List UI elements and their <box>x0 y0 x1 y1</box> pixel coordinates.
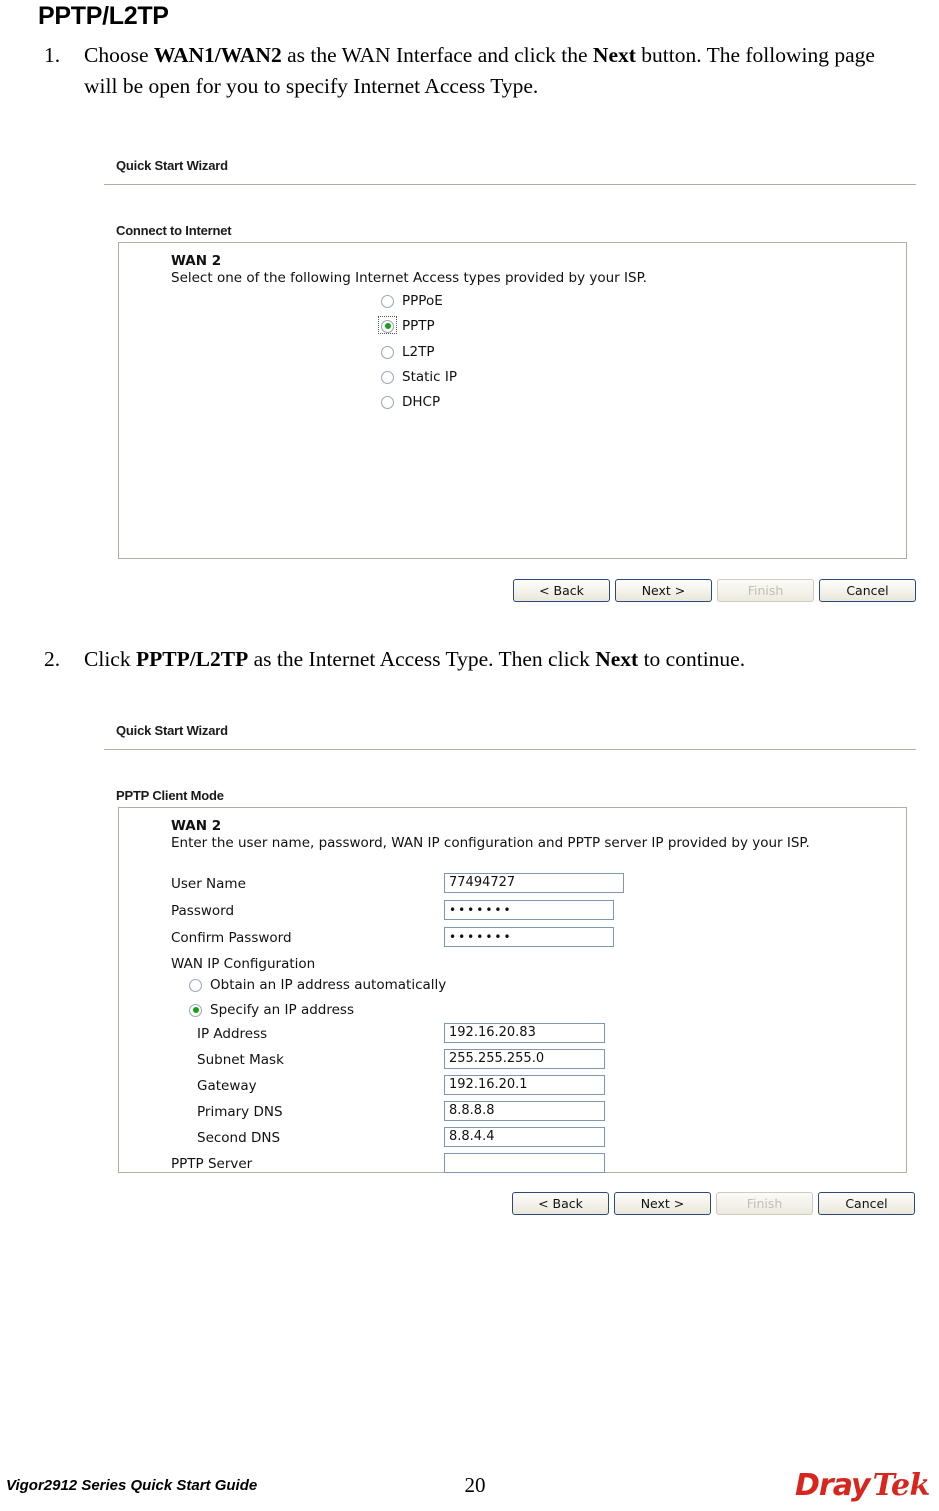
radio-row-dhcp[interactable]: DHCP <box>381 394 440 410</box>
cancel-button-2[interactable]: Cancel <box>818 1192 915 1215</box>
label-user-name: User Name <box>171 876 246 892</box>
radio-pppoe-icon[interactable] <box>381 294 394 308</box>
label-password: Password <box>171 903 235 919</box>
wan-heading-2: WAN 2 <box>171 818 222 834</box>
back-button-2[interactable]: < Back <box>512 1192 609 1215</box>
label-subnet-mask: Subnet Mask <box>197 1052 284 1068</box>
radio-row-l2tp[interactable]: L2TP <box>381 344 435 360</box>
radio-dhcp-icon[interactable] <box>381 395 394 409</box>
input-primary-dns[interactable]: 8.8.8.8 <box>444 1101 605 1121</box>
step-1: 1. Choose WAN1/WAN2 as the WAN Interface… <box>38 40 894 102</box>
radio-label-obtain-auto: Obtain an IP address automatically <box>210 977 447 993</box>
cancel-button-1[interactable]: Cancel <box>819 579 916 602</box>
radio-label-pptp: PPTP <box>402 318 435 334</box>
label-pptp-server: PPTP Server <box>171 1156 253 1172</box>
back-button-1[interactable]: < Back <box>513 579 610 602</box>
finish-button-1: Finish <box>717 579 814 602</box>
radio-row-pptp[interactable]: PPTP <box>378 316 435 334</box>
radio-static-ip-icon[interactable] <box>381 370 394 384</box>
radio-row-obtain-auto[interactable]: Obtain an IP address automatically <box>189 977 446 993</box>
logo-tek-text: Tek <box>872 1468 931 1503</box>
header-divider-2 <box>104 749 916 750</box>
draytek-logo: Dray Tek <box>795 1468 930 1503</box>
input-pptp-server[interactable] <box>444 1153 605 1173</box>
radio-label-dhcp: DHCP <box>402 394 441 410</box>
radio-label-pppoe: PPPoE <box>402 293 443 309</box>
input-gateway[interactable]: 192.16.20.1 <box>444 1075 605 1095</box>
input-password[interactable]: ••••••• <box>444 900 614 920</box>
radio-pptp-icon[interactable] <box>381 319 394 333</box>
label-ip-address: IP Address <box>197 1026 268 1042</box>
footer-page-number: 20 <box>464 1473 486 1497</box>
pptp-client-mode-panel: WAN 2 Enter the user name, password, WAN… <box>118 807 907 1173</box>
step-2-text: Click PPTP/L2TP as the Internet Access T… <box>84 647 746 671</box>
radio-row-pppoe[interactable]: PPPoE <box>381 293 443 309</box>
radio-row-specify-ip[interactable]: Specify an IP address <box>189 1002 354 1018</box>
section-label-pptp-client-mode: PPTP Client Mode <box>116 788 224 803</box>
step-2: 2. Click PPTP/L2TP as the Internet Acces… <box>38 644 894 675</box>
label-wan-ip-configuration: WAN IP Configuration <box>171 956 316 972</box>
radio-label-static-ip: Static IP <box>402 369 458 385</box>
next-button-1[interactable]: Next > <box>615 579 712 602</box>
step-1-text: Choose WAN1/WAN2 as the WAN Interface an… <box>84 43 875 98</box>
step-1-number: 1. <box>44 43 61 67</box>
radio-label-l2tp: L2TP <box>402 344 435 360</box>
connect-to-internet-panel: WAN 2 Select one of the following Intern… <box>118 242 907 559</box>
logo-dray-text: Dray <box>795 1468 871 1503</box>
radio-row-static-ip[interactable]: Static IP <box>381 369 457 385</box>
wan-description: Select one of the following Internet Acc… <box>171 270 647 286</box>
next-button-2[interactable]: Next > <box>614 1192 711 1215</box>
footer-guide-name: Vigor2912 Series Quick Start Guide <box>6 1477 258 1494</box>
radio-l2tp-icon[interactable] <box>381 345 394 359</box>
step-2-number: 2. <box>44 647 61 671</box>
radio-obtain-auto-icon[interactable] <box>189 978 202 992</box>
wizard-title-2: Quick Start Wizard <box>116 723 228 738</box>
label-second-dns: Second DNS <box>197 1130 281 1146</box>
label-primary-dns: Primary DNS <box>197 1104 283 1120</box>
input-subnet-mask[interactable]: 255.255.255.0 <box>444 1049 605 1069</box>
wan-heading: WAN 2 <box>171 253 222 269</box>
section-label-connect-to-internet: Connect to Internet <box>116 223 232 238</box>
input-ip-address[interactable]: 192.16.20.83 <box>444 1023 605 1043</box>
input-user-name[interactable]: 77494727 <box>444 873 624 893</box>
wan-description-2: Enter the user name, password, WAN IP co… <box>171 835 810 851</box>
input-confirm-password[interactable]: ••••••• <box>444 927 614 947</box>
screenshot-pptp-client-mode: Quick Start Wizard PPTP Client Mode WAN … <box>96 723 916 1223</box>
page-title: PPTP/L2TP <box>38 2 169 30</box>
screenshot-connect-to-internet: Quick Start Wizard Connect to Internet W… <box>96 158 916 608</box>
label-confirm-password: Confirm Password <box>171 930 292 946</box>
input-second-dns[interactable]: 8.8.4.4 <box>444 1127 605 1147</box>
radio-specify-ip-icon[interactable] <box>189 1003 202 1017</box>
wizard-title: Quick Start Wizard <box>116 158 228 173</box>
finish-button-2: Finish <box>716 1192 813 1215</box>
radio-label-specify-ip: Specify an IP address <box>210 1002 354 1018</box>
label-gateway: Gateway <box>197 1078 257 1094</box>
header-divider <box>104 184 916 185</box>
